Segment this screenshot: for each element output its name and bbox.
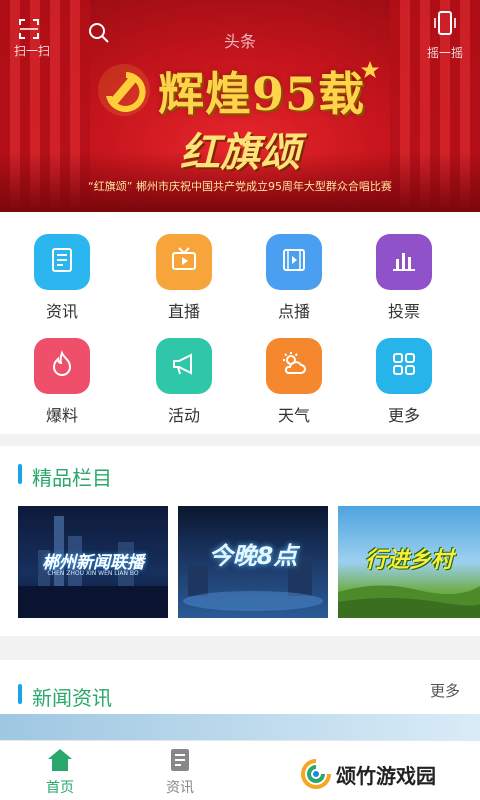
banner-headline-text: 辉煌95载 bbox=[158, 67, 366, 121]
news-tile bbox=[34, 234, 90, 290]
scan-label: 扫一扫 bbox=[14, 44, 51, 58]
featured-item-subtitle: CHEN ZHOU XIN WEN LIAN BO bbox=[47, 570, 139, 577]
video-icon bbox=[279, 245, 309, 279]
banner-subtitle: 红旗颂 bbox=[180, 129, 300, 176]
report-tile bbox=[34, 338, 90, 394]
grid-item-label: 投票 bbox=[387, 302, 420, 321]
home-icon bbox=[46, 747, 74, 777]
grid-item-label: 资讯 bbox=[45, 302, 78, 321]
news-title: 新闻资讯 bbox=[32, 686, 112, 710]
watermark: 颂竹游戏园 bbox=[296, 752, 480, 796]
section-accent-bar bbox=[18, 464, 22, 484]
watermark-logo-icon bbox=[300, 758, 332, 794]
activity-tile bbox=[156, 338, 212, 394]
grid-item-news[interactable]: 资讯 bbox=[12, 234, 112, 334]
bar-chart-icon bbox=[389, 245, 419, 279]
scan-icon bbox=[18, 18, 40, 43]
grid-item-weather[interactable]: 天气 bbox=[244, 338, 344, 438]
banner-caption: “红旗颂” 郴州市庆祝中国共产党成立95周年大型群众合唱比赛 bbox=[88, 180, 392, 193]
weather-icon bbox=[279, 349, 309, 383]
news-icon bbox=[47, 245, 77, 279]
grid-item-label: 天气 bbox=[277, 406, 310, 425]
grid-item-label: 活动 bbox=[167, 406, 200, 425]
search-icon[interactable] bbox=[88, 22, 110, 48]
featured-item-1[interactable]: 郴州新闻联播 CHEN ZHOU XIN WEN LIAN BO bbox=[18, 506, 168, 618]
featured-item-title: 行进乡村 bbox=[364, 548, 453, 573]
shake-label: 摇一摇 bbox=[426, 46, 463, 60]
shake-icon bbox=[433, 11, 457, 41]
top-bar-title: 头条 bbox=[223, 32, 256, 51]
grid-item-live[interactable]: 直播 bbox=[134, 234, 234, 334]
tv-icon bbox=[169, 245, 199, 279]
flame-icon bbox=[47, 349, 77, 383]
live-tile bbox=[156, 234, 212, 290]
news-section: 新闻资讯 更多 bbox=[0, 660, 480, 750]
featured-section: 精品栏目 郴州新闻联播 CHEN ZHOU XIN WEN LIAN BO 今晚… bbox=[0, 446, 480, 636]
more-tile bbox=[376, 338, 432, 394]
tab-home-label: 首页 bbox=[46, 780, 74, 796]
feature-grid: 资讯 直播 点播 投票 爆料 活动 天气 更多 bbox=[0, 212, 480, 434]
grid-item-more[interactable]: 更多 bbox=[354, 338, 454, 438]
section-accent-bar bbox=[18, 684, 22, 704]
vod-tile bbox=[266, 234, 322, 290]
grid-item-activity[interactable]: 活动 bbox=[134, 338, 234, 438]
grid-item-vod[interactable]: 点播 bbox=[244, 234, 344, 334]
featured-item-title: 今晚8点 bbox=[208, 542, 298, 570]
featured-title: 精品栏目 bbox=[32, 466, 112, 490]
weather-tile bbox=[266, 338, 322, 394]
grid-item-report[interactable]: 爆料 bbox=[12, 338, 112, 438]
grid-icon bbox=[389, 349, 419, 383]
grid-item-label: 爆料 bbox=[45, 406, 78, 425]
party-emblem-icon bbox=[96, 62, 152, 122]
tab-news-label: 资讯 bbox=[166, 780, 194, 796]
banner-headline: 辉煌95载 bbox=[96, 58, 396, 121]
tab-home[interactable]: 首页 bbox=[0, 741, 120, 800]
top-bar: 扫一扫 头条 摇一摇 bbox=[0, 0, 480, 60]
star-icon bbox=[360, 60, 380, 84]
megaphone-icon bbox=[169, 349, 199, 383]
grid-item-label: 直播 bbox=[167, 302, 200, 321]
featured-item-3[interactable]: 行进乡村 bbox=[338, 506, 480, 618]
vote-tile bbox=[376, 234, 432, 290]
news-tab-icon bbox=[166, 747, 194, 777]
grid-item-vote[interactable]: 投票 bbox=[354, 234, 454, 334]
hero-banner[interactable]: 扫一扫 头条 摇一摇 辉煌95载 红旗颂 “红旗颂” 郴州市庆祝中国共产党成立9… bbox=[0, 0, 480, 212]
tab-news[interactable]: 资讯 bbox=[120, 741, 240, 800]
scan-button[interactable]: 扫一扫 bbox=[10, 8, 90, 58]
shake-button[interactable]: 摇一摇 bbox=[418, 10, 472, 60]
news-more-link[interactable]: 更多 bbox=[430, 680, 460, 701]
watermark-text: 颂竹游戏园 bbox=[336, 764, 436, 788]
grid-item-label: 点播 bbox=[277, 302, 310, 321]
featured-item-2[interactable]: 今晚8点 bbox=[178, 506, 328, 618]
grid-item-label: 更多 bbox=[387, 406, 420, 425]
